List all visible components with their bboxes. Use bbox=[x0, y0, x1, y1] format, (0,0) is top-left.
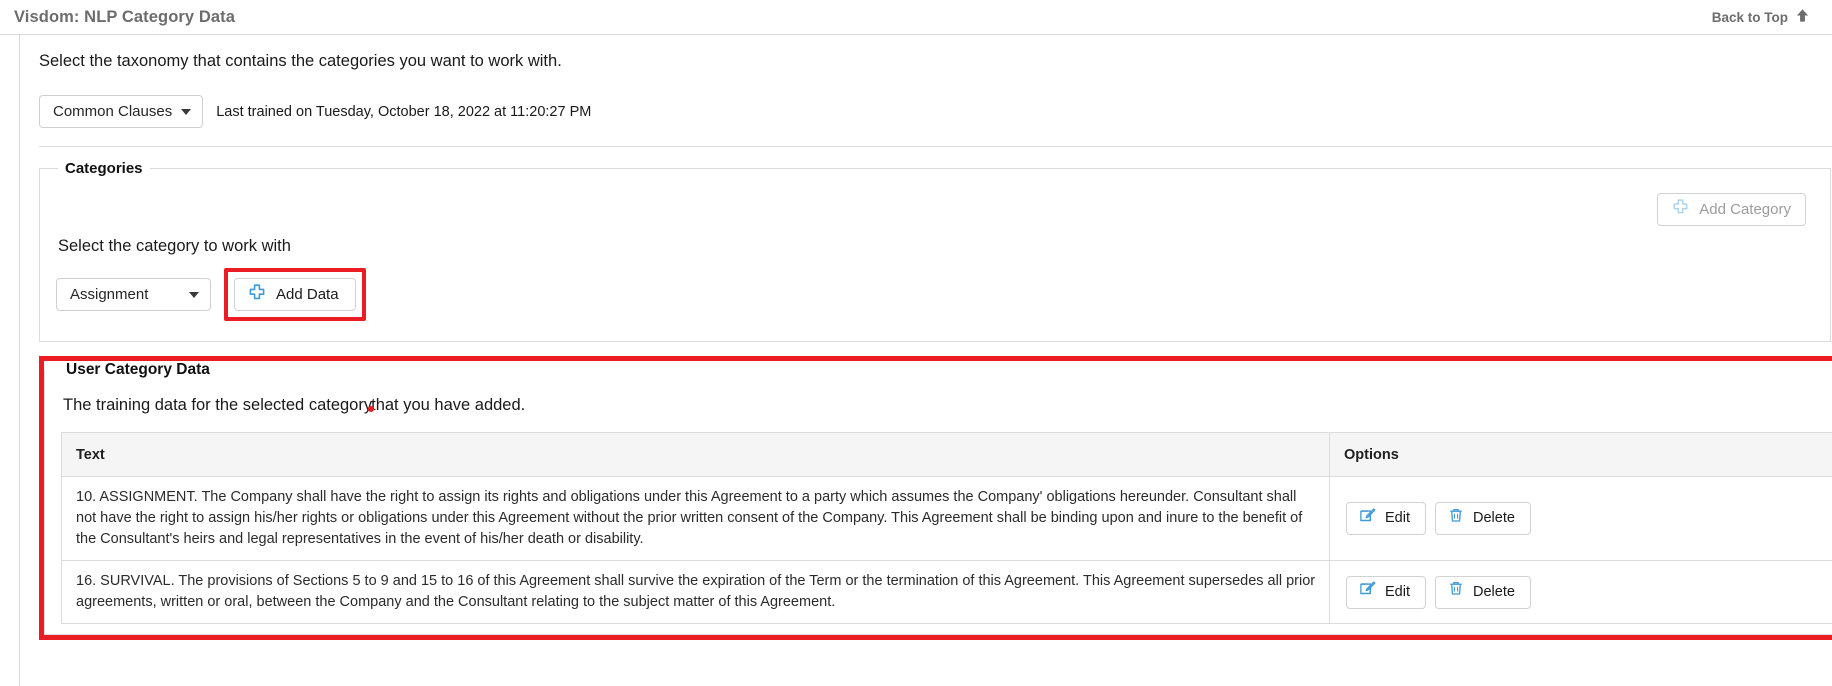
edit-button[interactable]: Edit bbox=[1346, 575, 1426, 609]
user-category-data-fieldset: User Category Data The training data for… bbox=[44, 361, 1832, 635]
row-options-cell: Edit Delete bbox=[1329, 476, 1832, 561]
delete-label: Delete bbox=[1473, 583, 1515, 600]
add-data-highlight: Add Data bbox=[224, 268, 366, 321]
row-options-buttons: Edit Delete bbox=[1346, 575, 1820, 609]
pencil-square-icon bbox=[1359, 507, 1376, 531]
arrow-up-icon bbox=[1795, 8, 1810, 26]
trash-icon bbox=[1448, 507, 1464, 531]
plus-icon bbox=[1672, 198, 1689, 220]
description-text-after: that you have added. bbox=[371, 396, 526, 414]
row-options-cell: Edit Delete bbox=[1330, 561, 1832, 624]
user-category-data-highlight: User Category Data The training data for… bbox=[39, 356, 1832, 640]
category-select[interactable]: Assignment bbox=[56, 278, 211, 311]
plus-icon bbox=[248, 283, 266, 306]
delete-button[interactable]: Delete bbox=[1435, 502, 1531, 535]
row-text-cell: 10. ASSIGNMENT. The Company shall have t… bbox=[61, 476, 1330, 561]
categories-toolbar: Add Category bbox=[56, 187, 1810, 231]
table-row: 10. ASSIGNMENT. The Company shall have t… bbox=[61, 476, 1832, 561]
user-category-data-content: The training data for the selected categ… bbox=[45, 379, 1832, 634]
column-header-options[interactable]: Options bbox=[1329, 432, 1832, 477]
user-category-data-description: The training data for the selected categ… bbox=[63, 396, 525, 415]
table-row: 16. SURVIVAL. The provisions of Sections… bbox=[61, 560, 1832, 624]
chevron-down-icon bbox=[189, 291, 199, 298]
taxonomy-instruction: Select the taxonomy that contains the ca… bbox=[39, 52, 562, 70]
description-text-before: The training data for the selected categ… bbox=[63, 396, 373, 414]
categories-legend: Categories bbox=[65, 160, 143, 177]
page-body: Select the taxonomy that contains the ca… bbox=[0, 35, 1832, 686]
table-body: 10. ASSIGNMENT. The Company shall have t… bbox=[61, 476, 1832, 624]
page-title: Visdom: NLP Category Data bbox=[14, 7, 236, 26]
taxonomy-select[interactable]: Common Clauses bbox=[39, 95, 204, 128]
category-row: Assignment Add Data bbox=[56, 268, 1810, 321]
edit-button[interactable]: Edit bbox=[1346, 502, 1426, 535]
row-text-cell: 16. SURVIVAL. The provisions of Sections… bbox=[61, 560, 1330, 624]
back-to-top-link[interactable]: Back to Top bbox=[1712, 8, 1810, 26]
delete-button[interactable]: Delete bbox=[1435, 575, 1531, 609]
taxonomy-select-value: Common Clauses bbox=[53, 103, 173, 120]
trash-icon bbox=[1448, 580, 1464, 604]
edit-label: Edit bbox=[1385, 510, 1410, 526]
add-category-label: Add Category bbox=[1699, 200, 1791, 218]
categories-content: Add Category Select the category to work… bbox=[40, 177, 1830, 341]
column-header-text[interactable]: Text bbox=[61, 432, 1330, 477]
add-category-button[interactable]: Add Category bbox=[1657, 192, 1806, 226]
section-divider bbox=[39, 146, 1832, 147]
back-to-top-label: Back to Top bbox=[1711, 9, 1788, 25]
category-select-value: Assignment bbox=[70, 286, 149, 303]
user-category-data-legend: User Category Data bbox=[66, 361, 210, 378]
row-options-buttons: Edit Delete bbox=[1346, 502, 1820, 535]
last-trained-text: Last trained on Tuesday, October 18, 202… bbox=[216, 103, 592, 120]
pencil-square-icon bbox=[1359, 580, 1376, 604]
taxonomy-section: Select the taxonomy that contains the ca… bbox=[19, 35, 1832, 640]
category-select-label: Select the category to work with bbox=[58, 237, 291, 255]
table-header-row: Text Options bbox=[61, 432, 1832, 477]
left-rail-divider bbox=[19, 35, 20, 686]
user-category-data-table: Text Options 10. ASSIGNMENT. The Company… bbox=[61, 432, 1832, 624]
add-data-label: Add Data bbox=[276, 286, 339, 303]
chevron-down-icon bbox=[181, 108, 192, 115]
add-data-button[interactable]: Add Data bbox=[234, 278, 356, 311]
edit-label: Edit bbox=[1385, 583, 1410, 600]
taxonomy-row: Common Clauses Last trained on Tuesday, … bbox=[39, 95, 1832, 128]
delete-label: Delete bbox=[1473, 510, 1515, 526]
categories-fieldset: Categories Add Category Select the categ… bbox=[39, 160, 1831, 342]
app-header: Visdom: NLP Category Data Back to Top bbox=[0, 0, 1832, 35]
table-head: Text Options bbox=[61, 432, 1832, 477]
